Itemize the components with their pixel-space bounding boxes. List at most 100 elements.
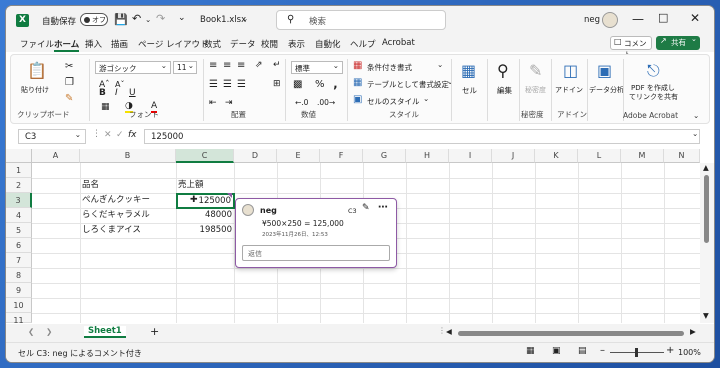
- tab-view[interactable]: 表示: [288, 38, 305, 50]
- align-center-icon[interactable]: ☰: [223, 79, 232, 90]
- tab-home[interactable]: ホーム: [54, 38, 80, 52]
- align-top-icon[interactable]: ≡: [209, 60, 217, 71]
- comma-icon[interactable]: ‚: [333, 77, 338, 91]
- autosave-toggle[interactable]: オフ: [80, 13, 108, 26]
- row-header-2[interactable]: 2: [6, 178, 32, 193]
- column-header-m[interactable]: M: [621, 149, 664, 163]
- row-header-4[interactable]: 4: [6, 208, 32, 223]
- vertical-scrollbar[interactable]: ▲ ▼: [700, 163, 714, 323]
- column-header-i[interactable]: I: [449, 149, 492, 163]
- column-header-e[interactable]: E: [277, 149, 320, 163]
- tab-page-layout[interactable]: ページ レイアウト: [138, 38, 209, 50]
- cell-c4[interactable]: 48000: [178, 208, 232, 223]
- increase-indent-icon[interactable]: ⇥: [225, 98, 233, 108]
- copy-icon[interactable]: ❐: [65, 77, 74, 88]
- row-header-10[interactable]: 10: [6, 298, 32, 313]
- format-as-table-button[interactable]: テーブルとして書式設定: [367, 79, 449, 90]
- filename[interactable]: Book1.xlsx: [200, 15, 246, 25]
- sheet-tab-sheet1[interactable]: Sheet1: [84, 326, 126, 338]
- reply-input[interactable]: 返信: [242, 245, 390, 261]
- tab-review[interactable]: 校閲: [261, 38, 278, 50]
- select-all-corner[interactable]: [6, 149, 32, 163]
- column-header-k[interactable]: K: [535, 149, 578, 163]
- orientation-icon[interactable]: ⇗: [255, 60, 263, 70]
- column-header-n[interactable]: N: [664, 149, 700, 163]
- underline-icon[interactable]: U: [129, 88, 136, 98]
- align-right-icon[interactable]: ☰: [237, 79, 246, 90]
- filename-chevron-icon[interactable]: ⌄: [242, 14, 248, 23]
- name-box[interactable]: C3 ⌄: [18, 129, 86, 144]
- maximize-icon[interactable]: □: [658, 11, 668, 24]
- data-analysis-button[interactable]: ▣ データ分析: [589, 61, 624, 105]
- column-header-g[interactable]: G: [363, 149, 406, 163]
- editing-button[interactable]: ⚲ 編集: [491, 61, 519, 105]
- scroll-left-icon[interactable]: ◀: [446, 327, 452, 336]
- prev-sheet-icon[interactable]: ❮: [28, 327, 34, 336]
- horizontal-scroll-thumb[interactable]: [458, 331, 684, 336]
- row-header-1[interactable]: 1: [6, 163, 32, 178]
- cell-b4[interactable]: らくだキャラメル: [82, 208, 150, 223]
- cut-icon[interactable]: ✂: [65, 61, 73, 72]
- row-header-9[interactable]: 9: [6, 283, 32, 298]
- tab-acrobat[interactable]: Acrobat: [382, 38, 415, 48]
- acrobat-pdf-button[interactable]: ⎋ PDF を作成し てリンクを共有: [625, 61, 685, 105]
- cell-c5[interactable]: 198500: [178, 223, 232, 238]
- cell-b3[interactable]: ぺんぎんクッキー: [82, 193, 150, 208]
- paste-button[interactable]: 📋 貼り付け: [21, 61, 51, 99]
- page-break-view-icon[interactable]: ▤: [578, 346, 587, 356]
- search-box[interactable]: ⚲ 検索: [276, 10, 446, 30]
- column-header-b[interactable]: B: [80, 149, 176, 163]
- decrease-decimal-icon[interactable]: .00→: [317, 98, 335, 107]
- undo-icon[interactable]: ↶: [132, 12, 141, 25]
- undo-dropdown-icon[interactable]: ⌄: [145, 15, 151, 24]
- page-layout-view-icon[interactable]: ▣: [552, 346, 561, 356]
- decrease-indent-icon[interactable]: ⇤: [209, 98, 217, 108]
- percent-icon[interactable]: %: [315, 79, 325, 90]
- close-icon[interactable]: ✕: [690, 11, 700, 25]
- align-middle-icon[interactable]: ≡: [223, 60, 231, 71]
- formula-input[interactable]: 125000: [144, 129, 700, 144]
- font-size-select[interactable]: 11 ⌄: [173, 61, 197, 74]
- row-header-11[interactable]: 11: [6, 313, 32, 325]
- save-icon[interactable]: 💾: [114, 13, 128, 26]
- merge-icon[interactable]: ⊞: [273, 79, 281, 89]
- zoom-out-icon[interactable]: –: [600, 345, 605, 356]
- tab-draw[interactable]: 描画: [111, 38, 128, 50]
- number-format-select[interactable]: 標準 ⌄: [291, 61, 343, 74]
- cell-b2[interactable]: 品名: [82, 178, 99, 193]
- next-sheet-icon[interactable]: ❯: [46, 327, 52, 336]
- customize-qat-icon[interactable]: ⌄: [178, 13, 186, 23]
- tab-formulas[interactable]: 数式: [204, 38, 221, 50]
- column-header-a[interactable]: A: [32, 149, 80, 163]
- confirm-entry-icon[interactable]: ✓: [116, 130, 124, 140]
- currency-icon[interactable]: ▩: [293, 79, 302, 90]
- scroll-down-icon[interactable]: ▼: [703, 311, 709, 320]
- zoom-slider-thumb[interactable]: [635, 348, 638, 357]
- wrap-text-icon[interactable]: ↵: [273, 60, 281, 70]
- tab-file[interactable]: ファイル: [20, 38, 54, 50]
- tab-split-icon[interactable]: ⋮: [438, 326, 446, 335]
- cancel-entry-icon[interactable]: ✕: [104, 130, 112, 140]
- insert-function-icon[interactable]: fx: [128, 130, 137, 140]
- column-header-c[interactable]: C: [176, 149, 234, 163]
- tab-data[interactable]: データ: [230, 38, 256, 50]
- redo-icon[interactable]: ↷: [156, 12, 165, 25]
- addins-button[interactable]: ◫ アドイン: [555, 61, 585, 105]
- expand-formula-icon[interactable]: ⌄: [692, 129, 698, 138]
- column-header-l[interactable]: L: [578, 149, 621, 163]
- comment-button[interactable]: □ コメント: [610, 36, 652, 59]
- tab-help[interactable]: ヘルプ: [350, 38, 376, 50]
- cells-button[interactable]: ▦ セル: [455, 61, 483, 105]
- row-header-8[interactable]: 8: [6, 268, 32, 283]
- scroll-right-icon[interactable]: ▶: [690, 327, 696, 336]
- edit-comment-icon[interactable]: ✎: [362, 203, 370, 213]
- column-header-d[interactable]: D: [234, 149, 277, 163]
- bold-icon[interactable]: B: [99, 88, 106, 98]
- collapse-ribbon-icon[interactable]: ⌄: [693, 111, 699, 120]
- column-header-j[interactable]: J: [492, 149, 535, 163]
- cell-b5[interactable]: しろくまアイス: [82, 223, 141, 238]
- zoom-slider[interactable]: [610, 348, 664, 357]
- italic-icon[interactable]: I: [115, 88, 118, 98]
- row-header-3[interactable]: 3: [6, 193, 32, 208]
- user-avatar[interactable]: [602, 12, 618, 28]
